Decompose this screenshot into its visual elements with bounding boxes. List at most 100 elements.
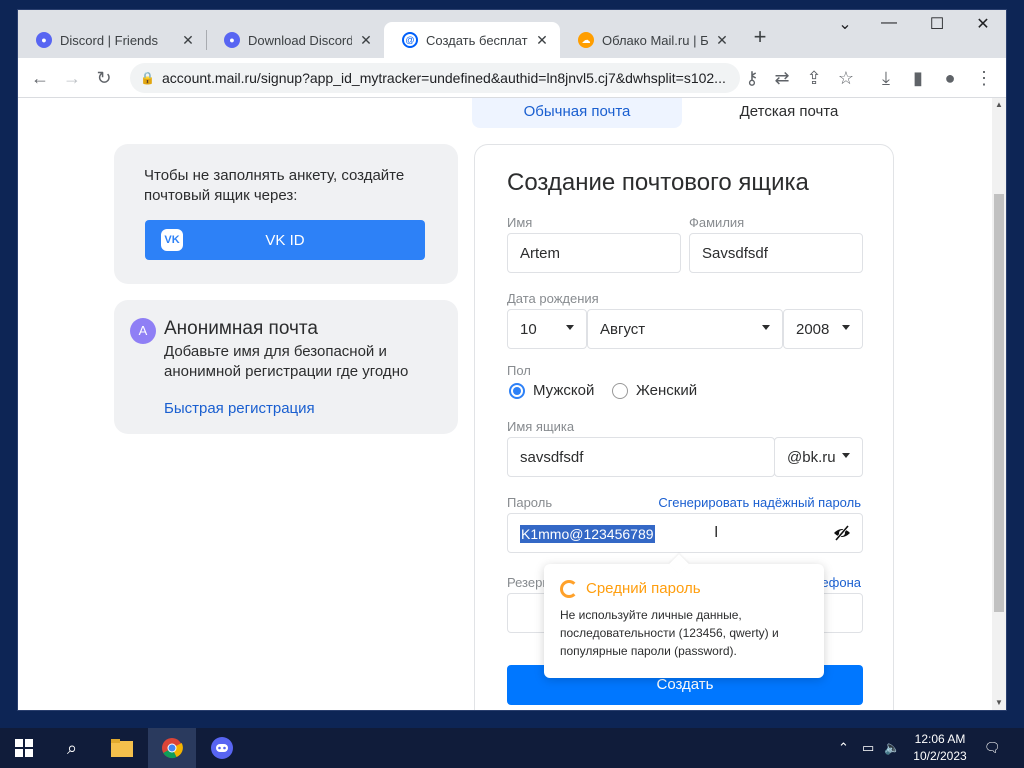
scrollbar-thumb[interactable] [994, 194, 1004, 612]
first-name-input[interactable]: Artem [507, 233, 681, 273]
vk-logo-icon: VK [161, 229, 183, 251]
tab-strip: ● Discord | Friends ✕ ● Download Discord… [18, 10, 1006, 58]
address-bar[interactable]: 🔒 account.mail.ru/signup?app_id_mytracke… [130, 63, 740, 93]
discord-app-icon[interactable] [198, 728, 246, 768]
tab-mailru-cloud[interactable]: ☁ Облако Mail.ru | Бе ✕ [560, 22, 740, 58]
first-name-label: Имя [507, 215, 533, 230]
anonymous-description: Добавьте имя для безопасной и анонимной … [164, 343, 409, 380]
mailbox-input[interactable]: savsdfsdf [507, 437, 775, 477]
anonymous-avatar-icon: A [130, 318, 156, 344]
password-strength-tooltip: Средний пароль Не используйте личные дан… [544, 564, 824, 678]
download-icon[interactable]: ⤓ [874, 66, 898, 90]
close-tab-icon[interactable]: ✕ [714, 32, 730, 49]
forward-arrow-icon[interactable]: → [60, 66, 84, 90]
file-explorer-icon[interactable] [98, 728, 146, 768]
dob-month-select[interactable]: Август [587, 309, 783, 349]
page-scrollbar[interactable]: ▲ ▼ [992, 98, 1006, 710]
generate-password-link[interactable]: Сгенерировать надёжный пароль [658, 495, 861, 510]
text-cursor-icon: I [714, 524, 719, 541]
mailbox-value: savsdfsdf [520, 448, 584, 466]
new-tab-button[interactable]: + [748, 26, 772, 50]
tab-title: Создать бесплатну [426, 32, 528, 48]
bookmark-star-icon[interactable]: ☆ [834, 66, 858, 90]
tab-kids-mail[interactable]: Детская почта [684, 98, 894, 128]
strength-title: Средний пароль [586, 580, 701, 597]
discord-icon: ● [224, 32, 240, 48]
notification-icon[interactable]: 🗨 [984, 728, 1001, 768]
last-name-label: Фамилия [689, 215, 745, 230]
domain-value: @bk.ru [787, 448, 836, 466]
taskbar: ⌕ ⌃ ▭ 🔈 12:06 AM 10/2/2023 🗨 [0, 728, 1024, 768]
last-name-value: Savsdfsdf [702, 244, 768, 262]
url-text: account.mail.ru/signup?app_id_mytracker=… [162, 70, 726, 86]
tab-search-chevron-icon[interactable]: ⌄ [830, 14, 860, 38]
back-arrow-icon[interactable]: ← [28, 66, 52, 90]
tray-chevron-up-icon[interactable]: ⌃ [838, 728, 849, 768]
tab-title: Download Discord fo [248, 32, 352, 48]
minimize-icon[interactable]: — [874, 14, 904, 38]
vk-id-button[interactable]: VK VK ID [145, 220, 425, 260]
chevron-down-icon [842, 325, 850, 330]
close-tab-icon[interactable]: ✕ [534, 32, 550, 49]
mailbox-label: Имя ящика [507, 419, 575, 434]
start-windows-icon[interactable] [0, 728, 48, 768]
password-input[interactable]: K1mmo@123456789 I [507, 513, 863, 553]
tab-mailru-signup[interactable]: @ Создать бесплатну ✕ [384, 22, 560, 58]
gender-female-label[interactable]: Женский [636, 382, 697, 399]
network-icon[interactable]: ▭ [862, 728, 874, 768]
clock-time: 12:06 AM [914, 732, 966, 746]
tab-download-discord[interactable]: ● Download Discord fo ✕ [206, 22, 384, 58]
gender-male-label[interactable]: Мужской [533, 382, 594, 399]
reserve-label: Резерв [507, 575, 550, 590]
strength-description: Не используйте личные данные, последоват… [560, 608, 779, 658]
gender-label: Пол [507, 363, 531, 378]
domain-select[interactable]: @bk.ru [774, 437, 863, 477]
clock[interactable]: 12:06 AM 10/2/2023 [906, 731, 974, 765]
strength-meter-icon [560, 580, 578, 598]
phone-link[interactable]: ефона [821, 575, 861, 590]
menu-kebab-icon[interactable]: ⋮ [972, 66, 996, 90]
lock-icon: 🔒 [140, 71, 155, 85]
scroll-up-icon[interactable]: ▲ [992, 98, 1006, 112]
dob-day-select[interactable]: 10 [507, 309, 587, 349]
share-icon[interactable]: ⇪ [802, 66, 826, 90]
browser-toolbar: ← → ↻ 🔒 account.mail.ru/signup?app_id_my… [18, 58, 1006, 98]
eye-slash-icon[interactable] [832, 523, 852, 546]
key-icon[interactable]: ⚷ [740, 66, 764, 90]
chevron-down-icon [566, 325, 574, 330]
last-name-input[interactable]: Savsdfsdf [689, 233, 863, 273]
first-name-value: Artem [520, 244, 561, 262]
tab-discord-friends[interactable]: ● Discord | Friends ✕ [18, 22, 206, 58]
vk-id-label: VK ID [265, 231, 305, 249]
side-panel-icon[interactable]: ▮ [906, 66, 930, 90]
gender-male-radio[interactable] [509, 383, 525, 399]
volume-muted-icon[interactable]: 🔈 [884, 728, 900, 768]
anonymous-title: Анонимная почта [164, 318, 318, 339]
browser-window: ● Discord | Friends ✕ ● Download Discord… [18, 10, 1006, 710]
cloud-icon: ☁ [578, 32, 594, 48]
dob-day-value: 10 [520, 320, 537, 338]
password-value: K1mmo@123456789 [520, 525, 655, 543]
clock-date: 10/2/2023 [913, 749, 967, 763]
profile-avatar-icon[interactable]: ● [938, 66, 962, 90]
discord-icon: ● [36, 32, 52, 48]
vk-card-text: Чтобы не заполнять анкету, создайте почт… [144, 167, 405, 204]
close-tab-icon[interactable]: ✕ [358, 32, 374, 49]
translate-icon[interactable]: ⇄ [770, 66, 794, 90]
maximize-icon[interactable]: ☐ [922, 14, 952, 38]
dob-label: Дата рождения [507, 291, 599, 306]
tab-title: Облако Mail.ru | Бе [602, 32, 708, 48]
chrome-icon[interactable] [148, 728, 196, 768]
reload-icon[interactable]: ↻ [92, 66, 116, 90]
scroll-down-icon[interactable]: ▼ [992, 696, 1006, 710]
search-icon[interactable]: ⌕ [48, 728, 96, 768]
vk-signup-card: Чтобы не заполнять анкету, создайте почт… [114, 144, 458, 284]
dob-year-value: 2008 [796, 320, 830, 338]
dob-year-select[interactable]: 2008 [783, 309, 863, 349]
close-window-icon[interactable]: ✕ [968, 14, 998, 38]
gender-female-radio[interactable] [612, 383, 628, 399]
close-tab-icon[interactable]: ✕ [180, 32, 196, 49]
dob-month-value: Август [600, 320, 646, 338]
tab-regular-mail[interactable]: Обычная почта [472, 98, 682, 128]
quick-registration-link[interactable]: Быстрая регистрация [164, 400, 315, 417]
